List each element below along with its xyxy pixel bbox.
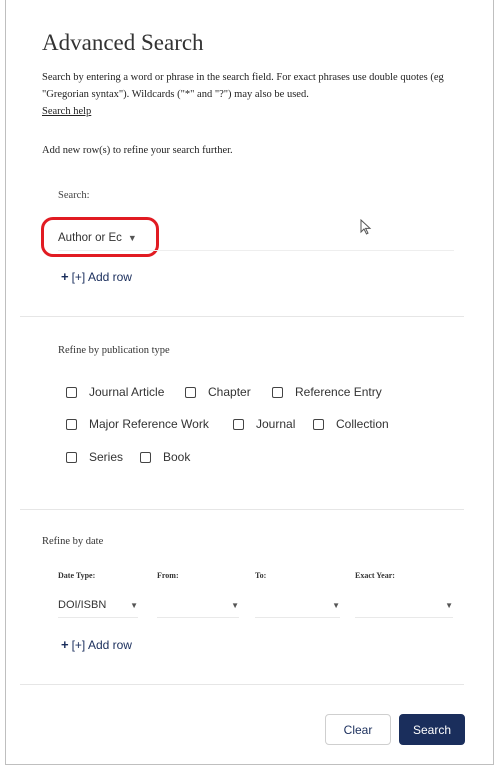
- checkbox-icon: [140, 451, 151, 463]
- date-type-value: DOI/ISBN: [58, 599, 107, 611]
- checkbox-label: Journal: [256, 417, 296, 431]
- checkbox-icon: [313, 418, 324, 430]
- add-rows-hint: Add new row(s) to refine your search fur…: [42, 145, 233, 156]
- from-label: From:: [157, 571, 179, 580]
- date-type-label: Date Type:: [58, 571, 96, 580]
- section-divider: [20, 684, 464, 685]
- plus-icon: +: [61, 269, 69, 284]
- checkbox-label: Journal Article: [89, 385, 165, 399]
- intro-description: Search by entering a word or phrase in t…: [42, 72, 444, 100]
- to-label: To:: [255, 571, 267, 580]
- checkbox-icon: [272, 386, 283, 398]
- checkbox-label: Major Reference Work: [89, 417, 209, 431]
- section-divider: [20, 509, 464, 510]
- checkbox-label: Collection: [336, 417, 389, 431]
- chevron-down-icon: ▼: [231, 601, 239, 610]
- search-input[interactable]: [58, 250, 454, 251]
- checkbox-label: Book: [163, 450, 191, 464]
- exact-year-select[interactable]: ▼: [355, 597, 453, 618]
- add-search-row-label: [+] Add row: [71, 270, 132, 284]
- from-select[interactable]: ▼: [157, 597, 239, 618]
- checkbox-icon: [66, 386, 77, 398]
- checkbox-series[interactable]: Series: [66, 450, 123, 464]
- checkbox-book[interactable]: Book: [140, 450, 190, 464]
- checkbox-icon: [233, 418, 244, 430]
- checkbox-major-reference-work[interactable]: Major Reference Work: [66, 417, 209, 431]
- search-label: Search:: [58, 190, 90, 201]
- chevron-down-icon: ▼: [445, 601, 453, 610]
- plus-icon: +: [61, 637, 69, 652]
- clear-button[interactable]: Clear: [325, 714, 391, 745]
- checkbox-collection[interactable]: Collection: [313, 417, 389, 431]
- date-section-title: Refine by date: [42, 536, 104, 547]
- section-divider: [20, 316, 464, 317]
- checkbox-icon: [66, 418, 77, 430]
- checkbox-reference-entry[interactable]: Reference Entry: [272, 385, 382, 399]
- search-button[interactable]: Search: [399, 714, 465, 745]
- publication-type-title: Refine by publication type: [58, 345, 170, 356]
- add-date-row-label: [+] Add row: [71, 638, 132, 652]
- exact-year-label: Exact Year:: [355, 571, 395, 580]
- search-help-link[interactable]: Search help: [42, 106, 91, 117]
- checkbox-icon: [185, 386, 196, 398]
- chevron-down-icon: ▼: [332, 601, 340, 610]
- add-date-row-button[interactable]: + [+] Add row: [61, 637, 132, 652]
- add-search-row-button[interactable]: + [+] Add row: [61, 269, 132, 284]
- to-select[interactable]: ▼: [255, 597, 340, 618]
- checkbox-icon: [66, 451, 77, 463]
- checkbox-chapter[interactable]: Chapter: [185, 385, 251, 399]
- checkbox-journal-article[interactable]: Journal Article: [66, 385, 164, 399]
- intro-text: Search by entering a word or phrase in t…: [42, 69, 472, 120]
- checkbox-label: Series: [89, 450, 124, 464]
- date-type-select[interactable]: DOI/ISBN ▼: [58, 597, 138, 618]
- checkbox-label: Reference Entry: [295, 385, 382, 399]
- checkbox-journal[interactable]: Journal: [233, 417, 295, 431]
- checkbox-label: Chapter: [208, 385, 251, 399]
- page-title: Advanced Search: [42, 30, 204, 55]
- highlight-annotation: [41, 217, 159, 257]
- mouse-cursor-icon: [360, 219, 372, 235]
- chevron-down-icon: ▼: [130, 601, 138, 610]
